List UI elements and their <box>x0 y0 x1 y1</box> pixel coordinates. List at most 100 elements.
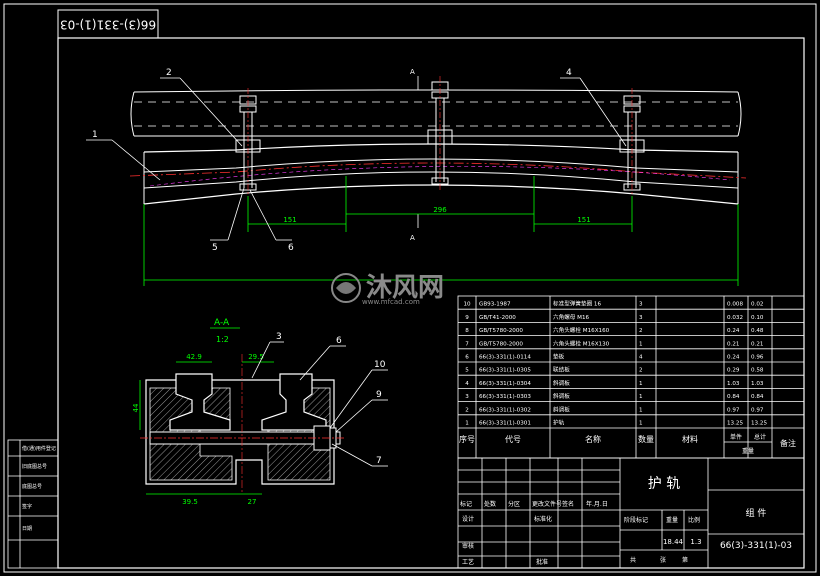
bom-header-remark: 备注 <box>780 438 796 448</box>
sidebar-table <box>7 439 59 569</box>
section-balloon-9: 9 <box>376 390 382 400</box>
section-balloon-3: 3 <box>276 332 282 342</box>
bom-cell-total: 13.25 <box>751 421 767 427</box>
bom-cell-total: 0.10 <box>751 315 764 321</box>
drawing-title: 护 轨 <box>648 476 680 492</box>
watermark: 沐风网 www.mfcad.com <box>331 273 444 306</box>
bom-header-weight: 重量 <box>742 447 754 455</box>
bom-header-code: 代号 <box>505 434 521 444</box>
bom-cell-seq: 7 <box>465 341 469 347</box>
bom-cell-seq: 4 <box>465 381 469 387</box>
section-balloon-6: 6 <box>336 336 342 346</box>
section-mark-top: A <box>410 68 415 76</box>
bom-cell-code: 66(3)-331(1)-0303 <box>479 394 531 400</box>
sidebar-label-1: 旧底图总号 <box>22 463 47 470</box>
dim-height: 44 <box>132 403 140 412</box>
tb-mass: 重量 <box>666 516 678 524</box>
sidebar-label-2: 底图总号 <box>22 483 42 490</box>
tb-label-4: 签名 <box>562 500 574 508</box>
bom-cell-name: 斜调板 <box>553 392 570 400</box>
rail-break-left <box>130 91 135 137</box>
dim-top-left: 42.9 <box>186 353 202 361</box>
drawing-canvas: 66(3)-331(1)-03 借(通)用件登记 旧底图总号 底图总号 签字 日… <box>3 3 817 573</box>
tb-page: 第 <box>682 556 688 564</box>
sidebar-labels: 借(通)用件登记 旧底图总号 底图总号 签字 日期 <box>22 445 56 532</box>
bom-header-mat: 材料 <box>682 434 698 444</box>
bom-cell-name: 斜调板 <box>553 379 570 387</box>
bom-cell-unit: 0.032 <box>727 315 743 321</box>
bom-cell-seq: 3 <box>465 394 469 400</box>
sidebar-label-3: 签字 <box>22 503 32 510</box>
tb-total-sheets: 共 <box>630 556 636 564</box>
bom-cell-name: 联结板 <box>553 366 570 374</box>
dim-bottom-left: 39.5 <box>182 498 198 506</box>
bom-rows: 10 GB93-1987 标准型弹簧垫圈 16 3 0.008 0.02 9 GB/T41-2… <box>458 300 804 429</box>
balloon-2: 2 <box>166 68 172 78</box>
inner-border <box>57 37 805 569</box>
watermark-url: www.mfcad.com <box>362 298 420 306</box>
bom-cell-unit: 13.25 <box>727 421 743 427</box>
section-title: A-A <box>214 318 230 328</box>
bom-header-qty: 数量 <box>638 434 654 444</box>
elevation-view: A A 151 296 151 1 2 4 5 6 <box>86 68 747 286</box>
balloon-6: 6 <box>288 243 294 253</box>
bom-cell-qty: 1 <box>639 421 643 427</box>
bom-cell-name: 斜调板 <box>553 405 570 413</box>
bom-cell-code: 66(3)-331(1)-0304 <box>479 381 531 387</box>
tb-scale-label: 比例 <box>688 516 700 524</box>
tb-sheet: 张 <box>660 556 666 564</box>
guard-rail-bottom <box>143 184 739 205</box>
weight-value: 18.44 <box>663 538 684 546</box>
guard-rail-mid <box>143 158 739 173</box>
bom-cell-code: 66(3)-331(1)-0305 <box>479 368 531 374</box>
section-mark-bottom: A <box>410 234 415 242</box>
scale-value: 1.3 <box>690 538 701 546</box>
tb-approve: 批准 <box>536 558 548 566</box>
bom-cell-code: 66(3)-331(1)-0302 <box>479 407 531 413</box>
tb-label-0: 标记 <box>460 500 472 508</box>
tb-label-1: 处数 <box>484 500 496 508</box>
tb-stage: 阶段标记 <box>624 516 648 524</box>
bom-cell-qty: 2 <box>639 328 643 334</box>
bom-cell-unit: 0.29 <box>727 368 740 374</box>
dim-right: 151 <box>577 216 590 224</box>
tb-process: 工艺 <box>462 558 474 566</box>
bom-cell-name: 六角螺母 M16 <box>553 313 590 321</box>
bom-cell-seq: 5 <box>465 368 469 374</box>
tb-label-5: 年.月.日 <box>586 500 608 508</box>
bom-cell-code: 66(3)-331(1)-0301 <box>479 421 531 427</box>
bom-cell-name: 六角头螺栓 M16X130 <box>553 339 610 347</box>
section-scale: 1:2 <box>216 335 229 344</box>
bom-cell-name: 垫板 <box>553 353 565 361</box>
dimensions-elevation <box>143 176 739 286</box>
sidebar-label-4: 日期 <box>22 526 32 532</box>
tb-standardize: 标准化 <box>534 515 552 523</box>
bom-cell-name: 六角头螺栓 M16X160 <box>553 326 610 334</box>
bom-header-total: 总计 <box>754 433 766 441</box>
bom-cell-seq: 6 <box>465 355 469 361</box>
section-balloon-10: 10 <box>374 360 386 370</box>
bolt-center <box>427 76 453 190</box>
assembly-label: 组 件 <box>746 507 767 519</box>
bom-cell-qty: 1 <box>639 341 643 347</box>
bom-cell-qty: 3 <box>639 315 643 321</box>
tb-label-3: 更改文件号 <box>532 500 562 508</box>
bom-cell-total: 0.21 <box>751 341 764 347</box>
bom-cell-seq: 1 <box>465 421 469 427</box>
bom-cell-qty: 1 <box>639 407 643 413</box>
bom-cell-unit: 0.84 <box>727 394 740 400</box>
bom-cell-qty: 4 <box>639 355 643 361</box>
bom-cell-code: 66(3)-331(1)-0114 <box>479 355 531 361</box>
tb-design: 设计 <box>462 515 474 523</box>
bom-cell-code: GB93-1987 <box>479 302 511 308</box>
bom-cell-total: 0.58 <box>751 368 764 374</box>
bom-cell-code: GB/T41-2000 <box>479 315 516 321</box>
bom-cell-unit: 0.21 <box>727 341 740 347</box>
bom-cell-qty: 1 <box>639 394 643 400</box>
bom-cell-unit: 0.97 <box>727 407 740 413</box>
bom-cell-total: 0.96 <box>751 355 764 361</box>
bom-cell-qty: 3 <box>639 302 643 308</box>
rail-break-right <box>737 91 742 137</box>
dim-mid: 296 <box>433 206 447 214</box>
bom-cell-seq: 8 <box>465 328 469 334</box>
